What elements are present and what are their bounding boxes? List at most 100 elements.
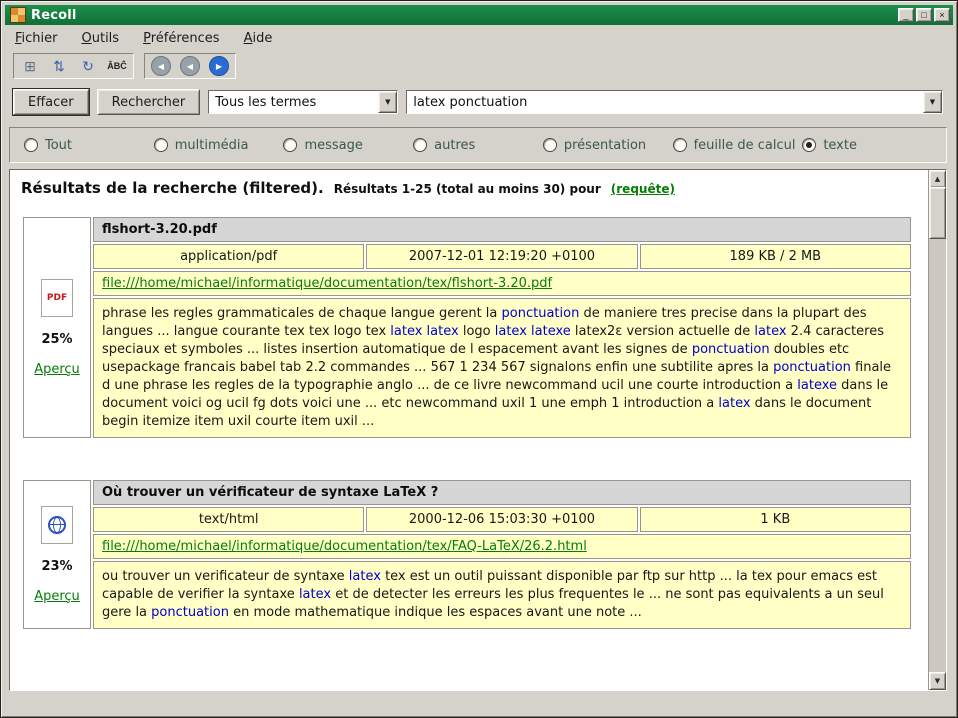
- filter-label: feuille de calcul: [694, 138, 796, 153]
- term-explorer-button[interactable]: ÂBĈ: [104, 56, 130, 76]
- toolbar-group-navigation: ◀ ◀ ▶: [144, 53, 236, 79]
- chevron-down-icon[interactable]: ▼: [923, 91, 942, 113]
- maximize-icon: □: [921, 9, 926, 21]
- results-header: Résultats de la recherche (filtered). Ré…: [21, 179, 927, 197]
- result-item: PDF 25% Aperçu flshort-3.20.pdf applicat…: [23, 217, 911, 438]
- minimize-button[interactable]: _: [898, 8, 914, 22]
- radio-icon: [802, 138, 816, 152]
- filter-label: présentation: [564, 138, 646, 153]
- result-snippet: phrase les regles grammaticales de chaqu…: [93, 298, 911, 438]
- menu-item-aide[interactable]: Aide: [242, 30, 275, 47]
- window-titlebar[interactable]: Recoll _ □ ×: [5, 5, 953, 25]
- recoll-app-icon: [10, 7, 26, 23]
- sort-button[interactable]: ⇅: [46, 56, 72, 76]
- maximize-button[interactable]: □: [916, 8, 932, 22]
- filter-label: Tout: [45, 138, 72, 153]
- window-controls: _ □ ×: [898, 8, 950, 22]
- scroll-up-icon: ▲: [935, 175, 940, 183]
- reload-button[interactable]: ↻: [75, 56, 101, 76]
- radio-icon: [543, 138, 557, 152]
- menu-item-outils[interactable]: Outils: [80, 30, 122, 47]
- next-page-icon: ▶: [209, 56, 229, 76]
- radio-icon: [154, 138, 168, 152]
- results-meta: Résultats 1-25 (total au moins 30) pour: [334, 182, 601, 196]
- result-url-cell: file:///home/michael/informatique/docume…: [93, 534, 911, 559]
- menu-item-preferences[interactable]: Préférences: [141, 30, 221, 47]
- scroll-up-button[interactable]: ▲: [929, 170, 946, 188]
- result-item: PDF 23% Aperçu Où trouver un vérificateu…: [23, 480, 911, 629]
- recoll-window: { "window": { "title": "Recoll" }, "icon…: [0, 0, 958, 718]
- result-meta-row: application/pdf 2007-12-01 12:19:20 +010…: [93, 244, 911, 269]
- result-url-link[interactable]: file:///home/michael/informatique/docume…: [102, 276, 552, 291]
- clear-field-button[interactable]: ⊞: [17, 56, 43, 76]
- sort-icon: ⇅: [53, 58, 65, 75]
- result-title: flshort-3.20.pdf: [93, 217, 911, 242]
- result-rows: flshort-3.20.pdf application/pdf 2007-12…: [93, 217, 911, 438]
- preview-link[interactable]: Aperçu: [34, 589, 80, 604]
- filter-option-texte[interactable]: texte: [802, 138, 932, 153]
- filter-label: multimédia: [175, 138, 249, 153]
- prev-page-button[interactable]: ◀: [177, 56, 203, 76]
- filter-option-message[interactable]: message: [283, 138, 413, 153]
- result-url-cell: file:///home/michael/informatique/docume…: [93, 271, 911, 296]
- scroll-down-button[interactable]: ▼: [929, 672, 946, 690]
- result-side-cell: PDF 25% Aperçu: [23, 217, 91, 438]
- result-size: 1 KB: [640, 507, 911, 532]
- scroll-thumb[interactable]: [929, 187, 946, 239]
- radio-icon: [283, 138, 297, 152]
- menubar: Fichier Outils Préférences Aide: [5, 27, 953, 49]
- result-size: 189 KB / 2 MB: [640, 244, 911, 269]
- clear-field-icon: ⊞: [24, 58, 36, 75]
- radio-icon: [24, 138, 38, 152]
- filter-option-multimedia[interactable]: multimédia: [154, 138, 284, 153]
- search-button[interactable]: Rechercher: [97, 89, 201, 115]
- minimize-icon: _: [903, 9, 908, 21]
- html-icon: [41, 506, 73, 544]
- result-title: Où trouver un vérificateur de syntaxe La…: [93, 480, 911, 505]
- toolbar: ⊞ ⇅ ↻ ÂBĈ ◀ ◀ ▶: [13, 51, 236, 81]
- search-query-input[interactable]: [407, 91, 923, 113]
- globe-icon: [48, 516, 66, 534]
- menu-item-fichier[interactable]: Fichier: [13, 30, 60, 47]
- filter-option-autres[interactable]: autres: [413, 138, 543, 153]
- scrollbar-track[interactable]: ▲ ▼: [928, 170, 946, 690]
- filter-option-tout[interactable]: Tout: [24, 138, 154, 153]
- filter-label: texte: [823, 138, 857, 153]
- radio-icon: [673, 138, 687, 152]
- filter-option-presentation[interactable]: présentation: [543, 138, 673, 153]
- result-date: 2007-12-01 12:19:20 +0100: [366, 244, 637, 269]
- results-title: Résultats de la recherche (filtered).: [21, 179, 324, 197]
- query-link[interactable]: (requête): [611, 182, 675, 196]
- filter-label: message: [304, 138, 362, 153]
- term-explorer-icon: ÂBĈ: [107, 61, 127, 71]
- first-page-button[interactable]: ◀: [148, 56, 174, 76]
- query-combo[interactable]: ▼: [406, 90, 943, 114]
- close-icon: ×: [939, 9, 944, 21]
- result-meta-row: text/html 2000-12-06 15:03:30 +0100 1 KB: [93, 507, 911, 532]
- window-title: Recoll: [31, 8, 77, 23]
- results-content: Résultats de la recherche (filtered). Ré…: [11, 171, 927, 689]
- search-bar: Effacer Rechercher Tous les termes ▼ ▼: [13, 89, 943, 115]
- first-page-icon: ◀: [151, 56, 171, 76]
- result-mime: application/pdf: [93, 244, 364, 269]
- clear-button[interactable]: Effacer: [13, 89, 89, 115]
- result-mime: text/html: [93, 507, 364, 532]
- scroll-down-icon: ▼: [935, 677, 940, 685]
- reload-icon: ↻: [82, 58, 94, 75]
- results-list: PDF 25% Aperçu flshort-3.20.pdf applicat…: [21, 217, 927, 629]
- result-date: 2000-12-06 15:03:30 +0100: [366, 507, 637, 532]
- relevance-percent: 25%: [41, 332, 72, 347]
- result-snippet: ou trouver un verificateur de syntaxe la…: [93, 561, 911, 629]
- toolbar-group-tools: ⊞ ⇅ ↻ ÂBĈ: [13, 53, 134, 79]
- search-mode-value: Tous les termes: [209, 91, 378, 113]
- chevron-down-icon[interactable]: ▼: [378, 91, 397, 113]
- close-button[interactable]: ×: [934, 8, 950, 22]
- preview-link[interactable]: Aperçu: [34, 362, 80, 377]
- result-side-cell: PDF 23% Aperçu: [23, 480, 91, 629]
- prev-page-icon: ◀: [180, 56, 200, 76]
- next-page-button[interactable]: ▶: [206, 56, 232, 76]
- search-mode-combo[interactable]: Tous les termes ▼: [208, 90, 398, 114]
- result-rows: Où trouver un vérificateur de syntaxe La…: [93, 480, 911, 629]
- result-url-link[interactable]: file:///home/michael/informatique/docume…: [102, 539, 587, 554]
- filter-option-feuille-de-calcul[interactable]: feuille de calcul: [673, 138, 803, 153]
